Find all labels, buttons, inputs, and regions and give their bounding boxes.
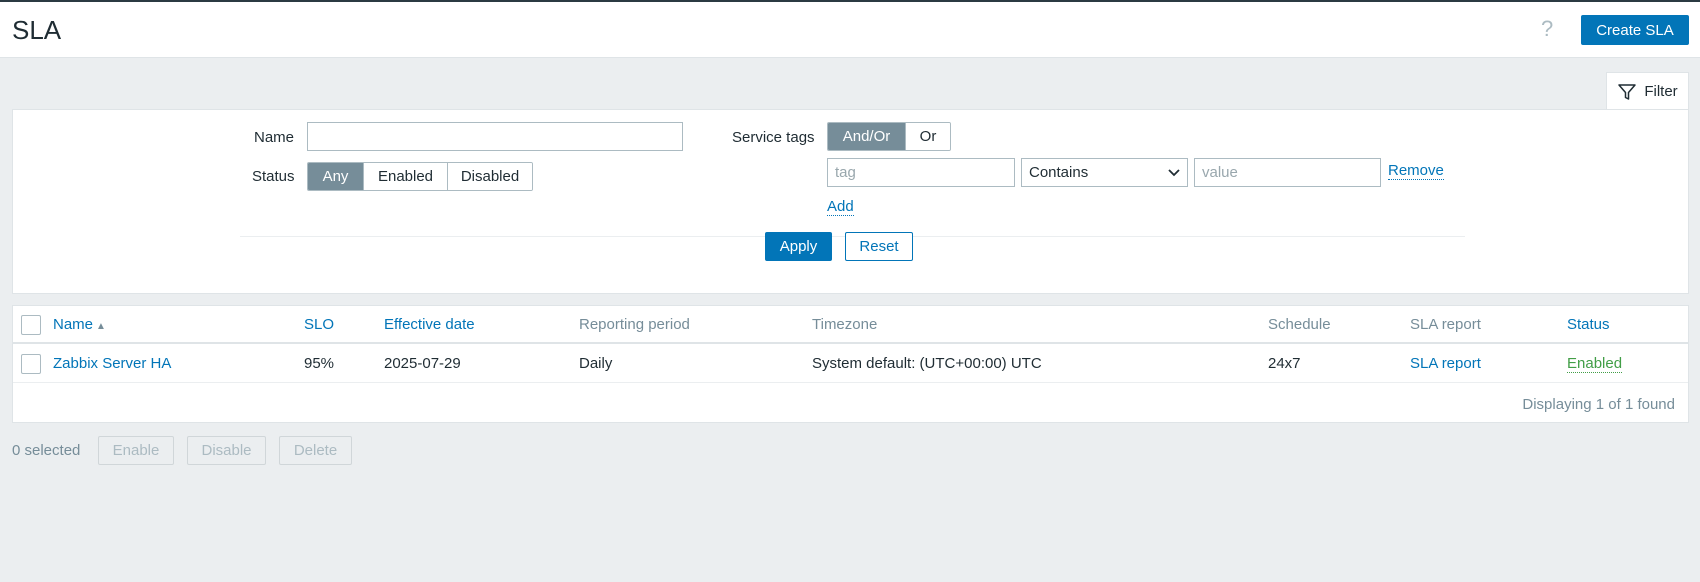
table-header-row: Name ▲ SLO Effective date Reporting perio…	[13, 306, 1688, 344]
help-icon[interactable]: ?	[1541, 16, 1553, 42]
name-input[interactable]	[307, 122, 683, 151]
filter-icon	[1617, 82, 1637, 102]
row-checkbox[interactable]	[21, 354, 41, 374]
chevron-down-icon	[1168, 164, 1180, 181]
column-header-sla-report: SLA report	[1410, 316, 1481, 333]
tag-operator-or[interactable]: Or	[905, 123, 950, 150]
create-sla-button[interactable]: Create SLA	[1581, 15, 1689, 45]
status-label: Status	[252, 168, 295, 185]
value-input[interactable]	[1194, 158, 1381, 187]
column-header-timezone: Timezone	[812, 316, 878, 333]
name-label: Name	[254, 129, 295, 146]
reporting-period-value: Daily	[579, 355, 613, 372]
tag-operator-and-or[interactable]: And/Or	[828, 123, 905, 150]
filter-tab-label: Filter	[1644, 83, 1678, 100]
enable-button[interactable]: Enable	[98, 436, 174, 465]
schedule-value: 24x7	[1268, 355, 1301, 372]
table-footer-count: Displaying 1 of 1 found	[1522, 396, 1675, 413]
sla-report-link[interactable]: SLA report	[1410, 355, 1481, 372]
service-tags-label: Service tags	[732, 129, 815, 146]
sla-table: Name ▲ SLO Effective date Reporting perio…	[12, 305, 1689, 423]
status-segmented-control: Any Enabled Disabled	[307, 162, 533, 191]
column-header-status[interactable]: Status	[1567, 316, 1610, 333]
effective-date-value: 2025-07-29	[384, 355, 461, 372]
slo-value: 95%	[304, 355, 335, 372]
delete-button[interactable]: Delete	[279, 436, 352, 465]
status-option-enabled[interactable]: Enabled	[363, 163, 447, 190]
tag-input[interactable]	[827, 158, 1015, 187]
filter-panel: Name Status Any Enabled Disabled Service…	[12, 109, 1689, 294]
column-header-reporting-period: Reporting period	[579, 316, 690, 333]
column-header-schedule: Schedule	[1268, 316, 1331, 333]
column-header-slo[interactable]: SLO	[304, 316, 334, 333]
apply-button[interactable]: Apply	[765, 232, 832, 261]
status-option-disabled[interactable]: Disabled	[447, 163, 532, 190]
select-all-checkbox[interactable]	[21, 315, 41, 335]
status-option-any[interactable]: Any	[308, 163, 363, 190]
page-title: SLA	[12, 15, 62, 45]
selected-count: 0 selected	[12, 442, 81, 459]
add-tag-link[interactable]: Add	[827, 198, 854, 216]
timezone-value: System default: (UTC+00:00) UTC	[812, 355, 1042, 372]
tag-condition-value: Contains	[1029, 164, 1089, 181]
tag-condition-select[interactable]: Contains	[1021, 158, 1188, 187]
status-toggle[interactable]: Enabled	[1567, 355, 1623, 373]
reset-button[interactable]: Reset	[845, 232, 913, 261]
table-row: Zabbix Server HA 95% 2025-07-29 Daily Sy…	[13, 345, 1688, 383]
page-header: SLA ? Create SLA	[0, 2, 1700, 58]
tag-operator-segmented-control: And/Or Or	[827, 122, 951, 151]
sla-name-link[interactable]: Zabbix Server HA	[53, 355, 171, 372]
remove-tag-link[interactable]: Remove	[1388, 162, 1444, 180]
sort-ascending-icon: ▲	[96, 321, 106, 332]
disable-button[interactable]: Disable	[187, 436, 266, 465]
column-header-effective-date[interactable]: Effective date	[384, 316, 475, 333]
filter-tab[interactable]: Filter	[1606, 72, 1689, 110]
status-enabled-link[interactable]: Enabled	[1567, 355, 1623, 373]
column-header-name[interactable]: Name ▲	[53, 316, 106, 333]
